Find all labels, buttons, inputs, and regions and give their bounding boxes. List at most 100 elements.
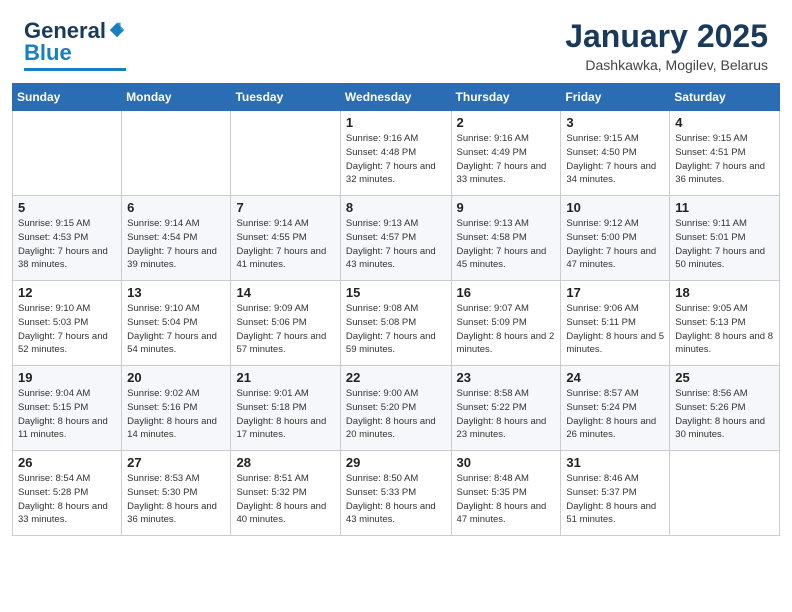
day-number: 20: [127, 370, 225, 385]
day-cell: 16Sunrise: 9:07 AM Sunset: 5:09 PM Dayli…: [451, 281, 561, 366]
logo-underline: [24, 68, 126, 71]
calendar: SundayMondayTuesdayWednesdayThursdayFrid…: [0, 83, 792, 548]
calendar-table: SundayMondayTuesdayWednesdayThursdayFrid…: [12, 83, 780, 536]
day-info: Sunrise: 9:15 AM Sunset: 4:51 PM Dayligh…: [675, 132, 774, 187]
week-row-1: 1 Sunrise: 9:16 AM Sunset: 4:48 PM Daylig…: [13, 111, 780, 196]
day-cell: 15 Sunrise: 9:08 AM Sunset: 5:08 PM Dayli…: [340, 281, 451, 366]
day-number: 16: [457, 285, 556, 300]
location: Dashkawka, Mogilev, Belarus: [565, 57, 768, 73]
day-number: 2: [457, 115, 556, 130]
day-cell: [670, 451, 780, 536]
day-cell: 8 Sunrise: 9:13 AM Sunset: 4:57 PM Daylig…: [340, 196, 451, 281]
day-cell: 25 Sunrise: 8:56 AM Sunset: 5:26 PM Dayli…: [670, 366, 780, 451]
day-info: Sunrise: 9:14 AM Sunset: 4:55 PM Dayligh…: [236, 217, 334, 272]
day-number: 28: [236, 455, 334, 470]
week-row-4: 19Sunrise: 9:04 AM Sunset: 5:15 PM Dayli…: [13, 366, 780, 451]
day-info: Sunrise: 8:56 AM Sunset: 5:26 PM Dayligh…: [675, 387, 774, 442]
logo-blue-line: Blue: [24, 40, 72, 66]
weekday-header-sunday: Sunday: [13, 84, 122, 111]
day-number: 19: [18, 370, 116, 385]
day-info: Sunrise: 9:06 AM Sunset: 5:11 PM Dayligh…: [566, 302, 664, 357]
day-cell: 6Sunrise: 9:14 AM Sunset: 4:54 PM Daylig…: [122, 196, 231, 281]
day-number: 4: [675, 115, 774, 130]
month-title: January 2025: [565, 18, 768, 55]
day-number: 30: [457, 455, 556, 470]
day-number: 21: [236, 370, 334, 385]
day-cell: 13Sunrise: 9:10 AM Sunset: 5:04 PM Dayli…: [122, 281, 231, 366]
day-number: 15: [346, 285, 446, 300]
day-info: Sunrise: 8:51 AM Sunset: 5:32 PM Dayligh…: [236, 472, 334, 527]
day-cell: 30 Sunrise: 8:48 AM Sunset: 5:35 PM Dayli…: [451, 451, 561, 536]
day-cell: 17 Sunrise: 9:06 AM Sunset: 5:11 PM Dayli…: [561, 281, 670, 366]
day-cell: 12 Sunrise: 9:10 AM Sunset: 5:03 PM Dayli…: [13, 281, 122, 366]
day-cell: 31Sunrise: 8:46 AM Sunset: 5:37 PM Dayli…: [561, 451, 670, 536]
week-row-2: 5 Sunrise: 9:15 AM Sunset: 4:53 PM Daylig…: [13, 196, 780, 281]
day-number: 29: [346, 455, 446, 470]
day-cell: 9Sunrise: 9:13 AM Sunset: 4:58 PM Daylig…: [451, 196, 561, 281]
weekday-header-thursday: Thursday: [451, 84, 561, 111]
day-number: 1: [346, 115, 446, 130]
day-cell: 3Sunrise: 9:15 AM Sunset: 4:50 PM Daylig…: [561, 111, 670, 196]
day-info: Sunrise: 9:13 AM Sunset: 4:57 PM Dayligh…: [346, 217, 446, 272]
day-number: 3: [566, 115, 664, 130]
day-info: Sunrise: 8:57 AM Sunset: 5:24 PM Dayligh…: [566, 387, 664, 442]
day-info: Sunrise: 9:16 AM Sunset: 4:48 PM Dayligh…: [346, 132, 446, 187]
day-number: 24: [566, 370, 664, 385]
day-number: 27: [127, 455, 225, 470]
day-info: Sunrise: 9:02 AM Sunset: 5:16 PM Dayligh…: [127, 387, 225, 442]
weekday-header-saturday: Saturday: [670, 84, 780, 111]
day-cell: 23Sunrise: 8:58 AM Sunset: 5:22 PM Dayli…: [451, 366, 561, 451]
day-cell: 22 Sunrise: 9:00 AM Sunset: 5:20 PM Dayli…: [340, 366, 451, 451]
day-info: Sunrise: 9:00 AM Sunset: 5:20 PM Dayligh…: [346, 387, 446, 442]
day-cell: 5 Sunrise: 9:15 AM Sunset: 4:53 PM Daylig…: [13, 196, 122, 281]
day-number: 5: [18, 200, 116, 215]
day-number: 12: [18, 285, 116, 300]
day-cell: 21 Sunrise: 9:01 AM Sunset: 5:18 PM Dayli…: [231, 366, 340, 451]
day-info: Sunrise: 9:16 AM Sunset: 4:49 PM Dayligh…: [457, 132, 556, 187]
day-number: 13: [127, 285, 225, 300]
day-cell: 28 Sunrise: 8:51 AM Sunset: 5:32 PM Dayli…: [231, 451, 340, 536]
day-cell: 2 Sunrise: 9:16 AM Sunset: 4:49 PM Daylig…: [451, 111, 561, 196]
day-info: Sunrise: 9:15 AM Sunset: 4:53 PM Dayligh…: [18, 217, 116, 272]
day-cell: [13, 111, 122, 196]
day-number: 17: [566, 285, 664, 300]
day-cell: 4 Sunrise: 9:15 AM Sunset: 4:51 PM Daylig…: [670, 111, 780, 196]
logo-icon: [108, 21, 126, 39]
weekday-header-friday: Friday: [561, 84, 670, 111]
day-info: Sunrise: 8:53 AM Sunset: 5:30 PM Dayligh…: [127, 472, 225, 527]
logo-blue-label: Blue: [24, 40, 72, 66]
week-row-5: 26 Sunrise: 8:54 AM Sunset: 5:28 PM Dayli…: [13, 451, 780, 536]
day-number: 25: [675, 370, 774, 385]
day-cell: 14Sunrise: 9:09 AM Sunset: 5:06 PM Dayli…: [231, 281, 340, 366]
day-cell: 1 Sunrise: 9:16 AM Sunset: 4:48 PM Daylig…: [340, 111, 451, 196]
day-cell: 27 Sunrise: 8:53 AM Sunset: 5:30 PM Dayli…: [122, 451, 231, 536]
day-info: Sunrise: 9:05 AM Sunset: 5:13 PM Dayligh…: [675, 302, 774, 357]
day-cell: 26 Sunrise: 8:54 AM Sunset: 5:28 PM Dayli…: [13, 451, 122, 536]
day-info: Sunrise: 9:08 AM Sunset: 5:08 PM Dayligh…: [346, 302, 446, 357]
day-info: Sunrise: 9:10 AM Sunset: 5:03 PM Dayligh…: [18, 302, 116, 357]
day-info: Sunrise: 8:46 AM Sunset: 5:37 PM Dayligh…: [566, 472, 664, 527]
day-number: 26: [18, 455, 116, 470]
day-info: Sunrise: 8:54 AM Sunset: 5:28 PM Dayligh…: [18, 472, 116, 527]
day-cell: 10 Sunrise: 9:12 AM Sunset: 5:00 PM Dayli…: [561, 196, 670, 281]
day-number: 6: [127, 200, 225, 215]
day-cell: 11 Sunrise: 9:11 AM Sunset: 5:01 PM Dayli…: [670, 196, 780, 281]
day-info: Sunrise: 9:11 AM Sunset: 5:01 PM Dayligh…: [675, 217, 774, 272]
day-info: Sunrise: 9:12 AM Sunset: 5:00 PM Dayligh…: [566, 217, 664, 272]
day-cell: 18Sunrise: 9:05 AM Sunset: 5:13 PM Dayli…: [670, 281, 780, 366]
day-number: 11: [675, 200, 774, 215]
day-info: Sunrise: 9:01 AM Sunset: 5:18 PM Dayligh…: [236, 387, 334, 442]
day-number: 8: [346, 200, 446, 215]
title-block: January 2025 Dashkawka, Mogilev, Belarus: [565, 18, 768, 73]
day-info: Sunrise: 8:48 AM Sunset: 5:35 PM Dayligh…: [457, 472, 556, 527]
logo: General Blue: [24, 18, 126, 71]
day-info: Sunrise: 8:50 AM Sunset: 5:33 PM Dayligh…: [346, 472, 446, 527]
day-number: 7: [236, 200, 334, 215]
page-header: General Blue January 2025 Dashkawka, Mog…: [0, 0, 792, 83]
weekday-header-monday: Monday: [122, 84, 231, 111]
day-cell: 29 Sunrise: 8:50 AM Sunset: 5:33 PM Dayli…: [340, 451, 451, 536]
day-cell: 24 Sunrise: 8:57 AM Sunset: 5:24 PM Dayli…: [561, 366, 670, 451]
day-number: 10: [566, 200, 664, 215]
weekday-header-wednesday: Wednesday: [340, 84, 451, 111]
day-number: 22: [346, 370, 446, 385]
